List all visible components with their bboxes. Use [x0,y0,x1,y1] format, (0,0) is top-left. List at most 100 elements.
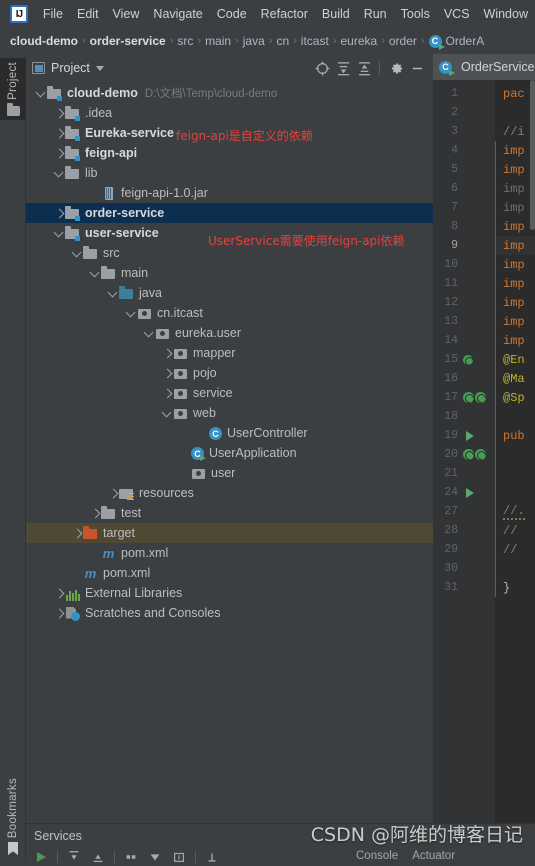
gutter-line[interactable]: 6 [433,179,495,198]
chevron-right-icon[interactable] [160,387,173,400]
gutter-line[interactable]: 1 [433,84,495,103]
tree-row-pom-xml[interactable]: m pom.xml [26,543,433,563]
breadcrumb-item-cn[interactable]: cn [276,34,289,48]
gutter-line[interactable]: 18 [433,407,495,426]
tree-row-eureka-user[interactable]: eureka.user [26,323,433,343]
gutter-line[interactable]: 19 [433,426,495,445]
gutter-line[interactable]: 17 [433,388,495,407]
tree-row-main[interactable]: main [26,263,433,283]
breadcrumb-item-cloud-demo[interactable]: cloud-demo [10,34,78,48]
gutter-line[interactable]: 29 [433,540,495,559]
menu-item-build[interactable]: Build [315,4,357,24]
tree-row-feign-api-1-0-jar[interactable]: feign-api-1.0.jar [26,183,433,203]
hide-panel-button[interactable] [407,58,427,78]
code-line[interactable] [495,407,535,426]
gutter-line[interactable]: 24 [433,483,495,502]
tree-row-web[interactable]: web [26,403,433,423]
select-opened-file-button[interactable] [312,58,332,78]
project-tree[interactable]: cloud-demo D:\文档\Temp\cloud-demo .idea Eure… [26,82,433,823]
spring-bean-check-icon[interactable] [475,392,486,403]
breadcrumb-item-java[interactable]: java [243,34,265,48]
filter-button[interactable] [144,848,166,866]
tree-row-order-service[interactable]: order-service [26,203,433,223]
tree-row-resources[interactable]: resources [26,483,433,503]
chevron-down-icon[interactable] [34,87,47,100]
menu-item-code[interactable]: Code [210,4,254,24]
chevron-down-icon[interactable] [142,327,155,340]
tree-row-usercontroller[interactable]: C UserController [26,423,433,443]
code-line[interactable] [495,103,535,122]
chevron-right-icon[interactable] [88,507,101,520]
gutter-line[interactable]: 15 [433,350,495,369]
code-line[interactable]: imp [495,217,535,236]
expand-all-button[interactable] [63,848,85,866]
gutter-line[interactable]: 7 [433,198,495,217]
gutter-line[interactable]: 11 [433,274,495,293]
tree-row-service[interactable]: service [26,383,433,403]
tree-row-test[interactable]: test [26,503,433,523]
code-line[interactable]: // [495,521,535,540]
code-line[interactable]: //. [495,502,535,521]
code-line[interactable]: imp [495,198,535,217]
editor-scrollbar[interactable] [530,80,535,823]
menu-item-run[interactable]: Run [357,4,394,24]
code-line[interactable]: @Sp [495,388,535,407]
tree-row-lib[interactable]: lib [26,163,433,183]
code-line[interactable] [495,464,535,483]
menu-item-window[interactable]: Window [477,4,535,24]
tree-row-target[interactable]: target [26,523,433,543]
open-console-button[interactable] [168,848,190,866]
gutter-line[interactable]: 10 [433,255,495,274]
tree-row-pojo[interactable]: pojo [26,363,433,383]
gutter-line[interactable]: 3 [433,122,495,141]
code-line[interactable]: imp [495,312,535,331]
menu-item-vcs[interactable]: VCS [437,4,477,24]
chevron-right-icon[interactable] [160,347,173,360]
code-line[interactable]: imp [495,179,535,198]
gutter-line[interactable]: 14 [433,331,495,350]
spring-bean-check-icon[interactable] [475,449,486,460]
chevron-right-icon[interactable] [52,107,65,120]
menu-item-navigate[interactable]: Navigate [146,4,209,24]
tree-row-cn-itcast[interactable]: cn.itcast [26,303,433,323]
code-line[interactable] [495,559,535,578]
gutter-line[interactable]: 8 [433,217,495,236]
collapse-all-button[interactable] [87,848,109,866]
tree-row-mapper[interactable]: mapper [26,343,433,363]
gutter-line[interactable]: 2 [433,103,495,122]
chevron-down-icon[interactable] [160,407,173,420]
chevron-down-icon[interactable] [95,65,104,71]
code-line[interactable] [495,483,535,502]
chevron-down-icon[interactable] [88,267,101,280]
code-line[interactable]: imp [495,274,535,293]
breadcrumb-item-order[interactable]: order [389,34,417,48]
gutter-line[interactable]: 21 [433,464,495,483]
breadcrumb-item-file[interactable]: OrderA [446,34,485,48]
code-line[interactable]: imp [495,236,535,255]
chevron-right-icon[interactable] [160,367,173,380]
tree-row-userapplication[interactable]: C UserApplication [26,443,433,463]
spring-bean-icon[interactable] [463,392,474,403]
chevron-right-icon[interactable] [52,587,65,600]
code-line[interactable]: imp [495,160,535,179]
expand-all-button[interactable] [333,58,353,78]
rail-tab-bookmarks[interactable]: Bookmarks [0,774,26,859]
gutter-line[interactable]: 28 [433,521,495,540]
chevron-right-icon[interactable] [70,527,83,540]
spring-bean-override-icon[interactable] [463,449,474,460]
gutter-line[interactable]: 30 [433,559,495,578]
project-panel-title-group[interactable]: Project [32,61,104,75]
gutter-line[interactable]: 31 [433,578,495,597]
add-button[interactable] [201,848,223,866]
menu-item-view[interactable]: View [106,4,147,24]
editor-tab-orderservice[interactable]: C OrderService [433,54,535,80]
code-line[interactable]: // [495,540,535,559]
rail-tab-project[interactable]: Project [0,58,26,120]
chevron-down-icon[interactable] [124,307,137,320]
rerun-button[interactable] [30,848,52,866]
tree-row-feign-api[interactable]: feign-api [26,143,433,163]
run-icon[interactable] [466,487,474,498]
code-line[interactable]: //i [495,122,535,141]
tree-row-user[interactable]: user [26,463,433,483]
tree-row-java[interactable]: java [26,283,433,303]
